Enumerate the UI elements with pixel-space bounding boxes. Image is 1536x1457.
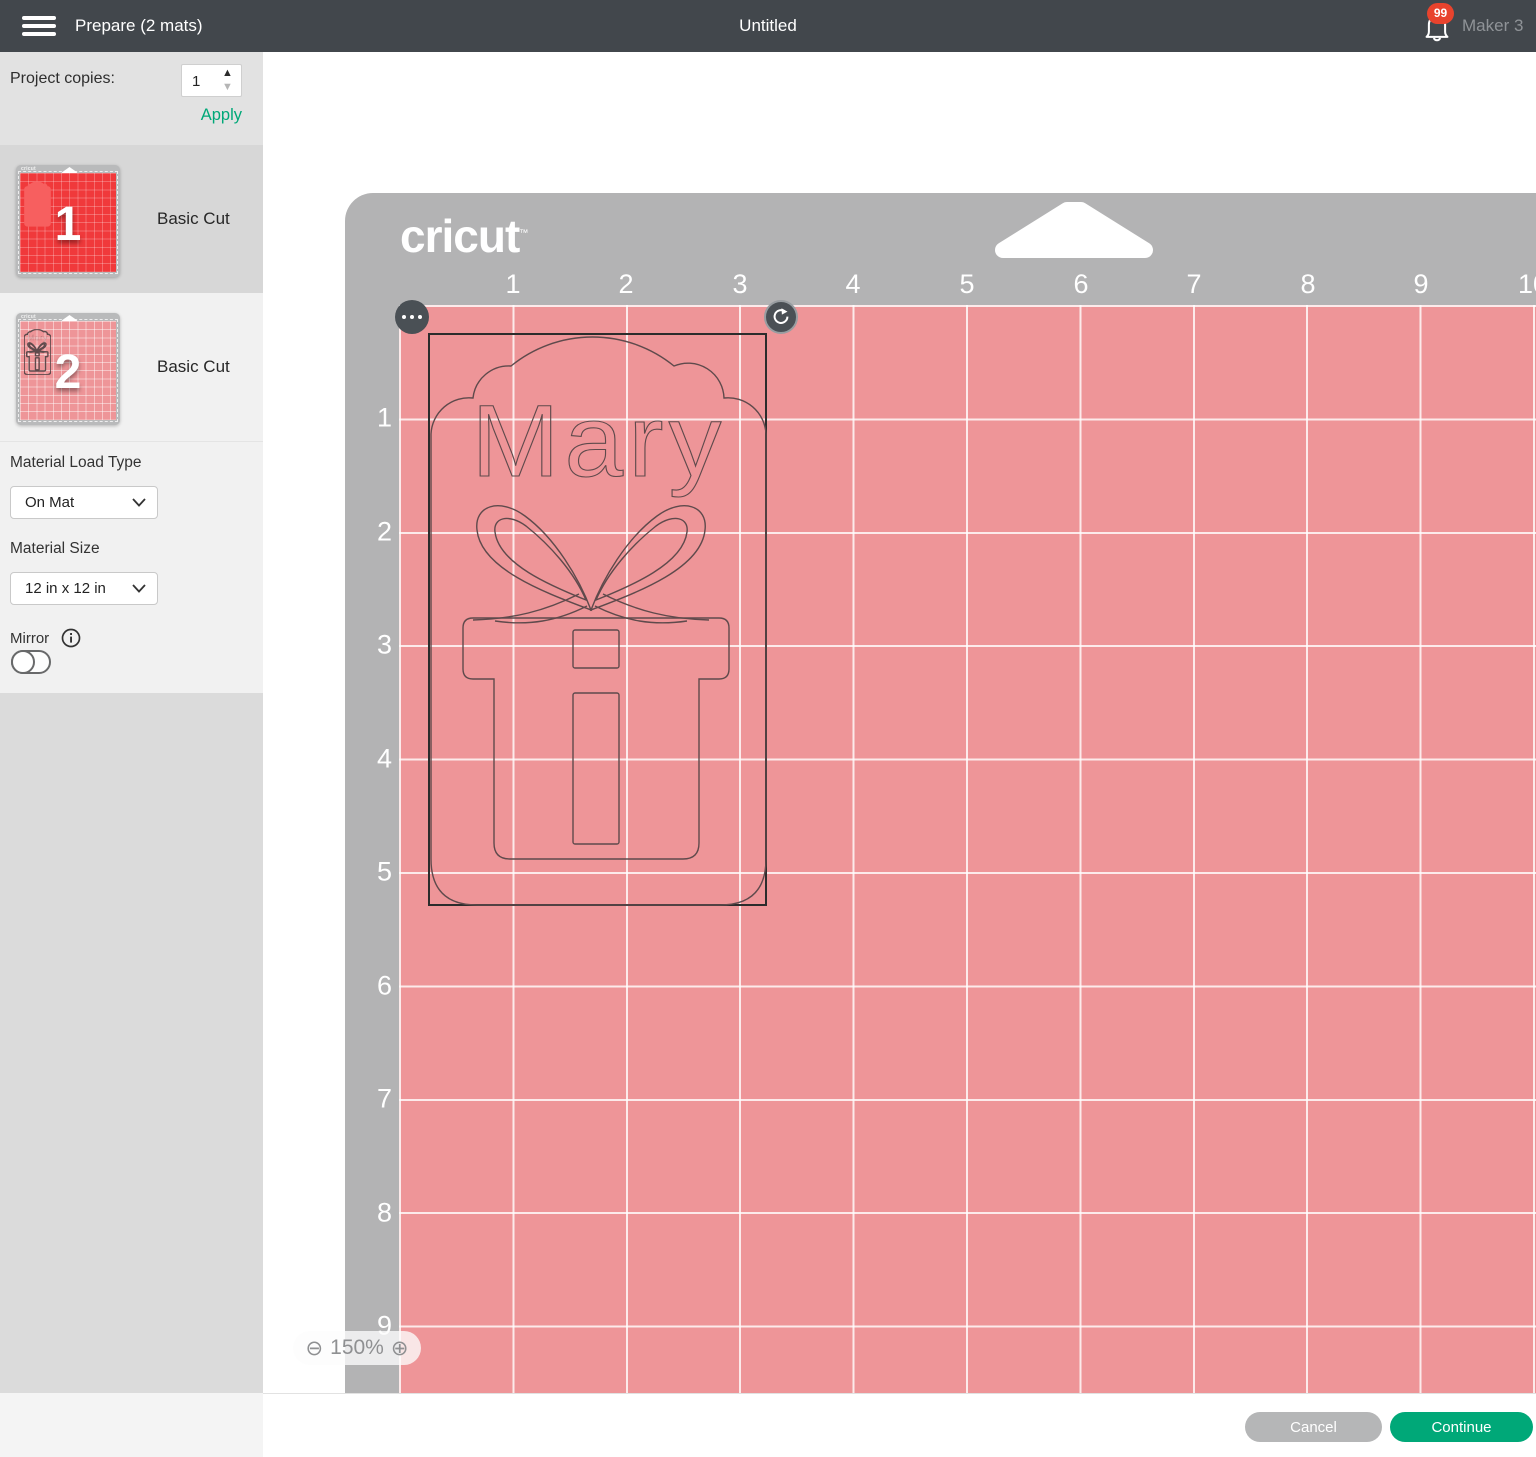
ruler-left-tick: 1	[352, 403, 392, 434]
apply-button[interactable]: Apply	[150, 106, 242, 125]
ruler-left-tick: 4	[352, 744, 392, 775]
design-selection-box[interactable]	[428, 333, 767, 906]
mat-notch	[975, 198, 1175, 262]
mirror-toggle[interactable]	[11, 650, 51, 674]
ruler-left-tick: 6	[352, 971, 392, 1002]
ruler-left-tick: 2	[352, 517, 392, 548]
ruler-top-tick: 10	[1518, 269, 1536, 300]
ruler-top-tick: 2	[618, 269, 633, 300]
copies-increment-arrow[interactable]: ▲	[222, 66, 233, 80]
zoom-in-icon[interactable]: ⊕	[391, 1338, 409, 1359]
ruler-top-tick: 7	[1186, 269, 1201, 300]
machine-name[interactable]: Maker 3	[1462, 0, 1523, 52]
brand-logo-text: cricut	[400, 210, 519, 262]
mat-number: 2	[16, 345, 120, 400]
top-bar: Prepare (2 mats) Untitled 99 Maker 3	[0, 0, 1536, 52]
copies-decrement-arrow[interactable]: ▼	[222, 80, 233, 94]
project-copies-label: Project copies:	[10, 70, 115, 88]
ruler-left-tick: 3	[352, 630, 392, 661]
bottom-action-bar: Cancel Continue	[263, 1393, 1536, 1457]
ruler-left-tick: 5	[352, 857, 392, 888]
info-icon[interactable]	[61, 628, 81, 648]
selection-rotate-handle[interactable]	[764, 300, 798, 334]
mat-2-thumbnail[interactable]: cricut 2	[16, 313, 120, 425]
mat-brand-logo: cricut™	[400, 209, 527, 263]
ruler-top-tick: 8	[1300, 269, 1315, 300]
sidebar-bottom-strip	[0, 1393, 263, 1457]
ruler-left-tick: 7	[352, 1084, 392, 1115]
mat-number: 1	[16, 197, 120, 252]
material-size-label: Material Size	[10, 540, 100, 558]
mirror-row: Mirror	[10, 628, 81, 650]
continue-button[interactable]: Continue	[1390, 1412, 1533, 1442]
thumb-brand-text: cricut	[21, 314, 36, 320]
rotate-icon	[771, 307, 791, 327]
thumb-brand-text: cricut	[21, 166, 36, 172]
toggle-knob	[11, 650, 35, 674]
material-size-select[interactable]: 12 in x 12 in	[10, 572, 158, 605]
ruler-top-tick: 5	[959, 269, 974, 300]
selection-options-button[interactable]	[395, 300, 429, 334]
ruler-top-tick: 6	[1073, 269, 1088, 300]
zoom-out-icon[interactable]: ⊖	[306, 1338, 324, 1359]
material-load-type-label: Material Load Type	[10, 454, 142, 472]
mirror-label: Mirror	[10, 630, 49, 647]
ruler-top-tick: 3	[732, 269, 747, 300]
ruler-top-tick: 1	[505, 269, 520, 300]
mat-1-thumbnail[interactable]: cricut 1	[16, 165, 120, 277]
material-load-type-value: On Mat	[25, 487, 74, 518]
sidebar-lower-area	[0, 693, 263, 1393]
notification-count-badge: 99	[1427, 3, 1454, 24]
material-load-type-select[interactable]: On Mat	[10, 486, 158, 519]
mat-row-1[interactable]: cricut 1 Basic Cut	[0, 145, 263, 293]
cricut-design-space-app: cricut™ 1 2 3 4 5 6 7 8 9 10 1 2 3 4 5 6…	[0, 0, 1536, 1457]
zoom-control[interactable]: ⊖ 150% ⊕	[293, 1331, 421, 1365]
document-title: Untitled	[0, 0, 1536, 52]
ruler-top-tick: 4	[845, 269, 860, 300]
chevron-down-icon	[132, 584, 146, 593]
chevron-down-icon	[132, 498, 146, 507]
gift-tag-design[interactable]	[429, 334, 768, 907]
cancel-button[interactable]: Cancel	[1245, 1412, 1382, 1442]
mat-1-type-label: Basic Cut	[157, 145, 230, 293]
ruler-left-tick: 8	[352, 1198, 392, 1229]
mat-2-type-label: Basic Cut	[157, 293, 230, 441]
mat-row-2[interactable]: cricut 2 Basic Cut	[0, 293, 263, 441]
zoom-level: 150%	[330, 1336, 384, 1360]
ruler-top-tick: 9	[1413, 269, 1428, 300]
material-size-value: 12 in x 12 in	[25, 573, 106, 604]
